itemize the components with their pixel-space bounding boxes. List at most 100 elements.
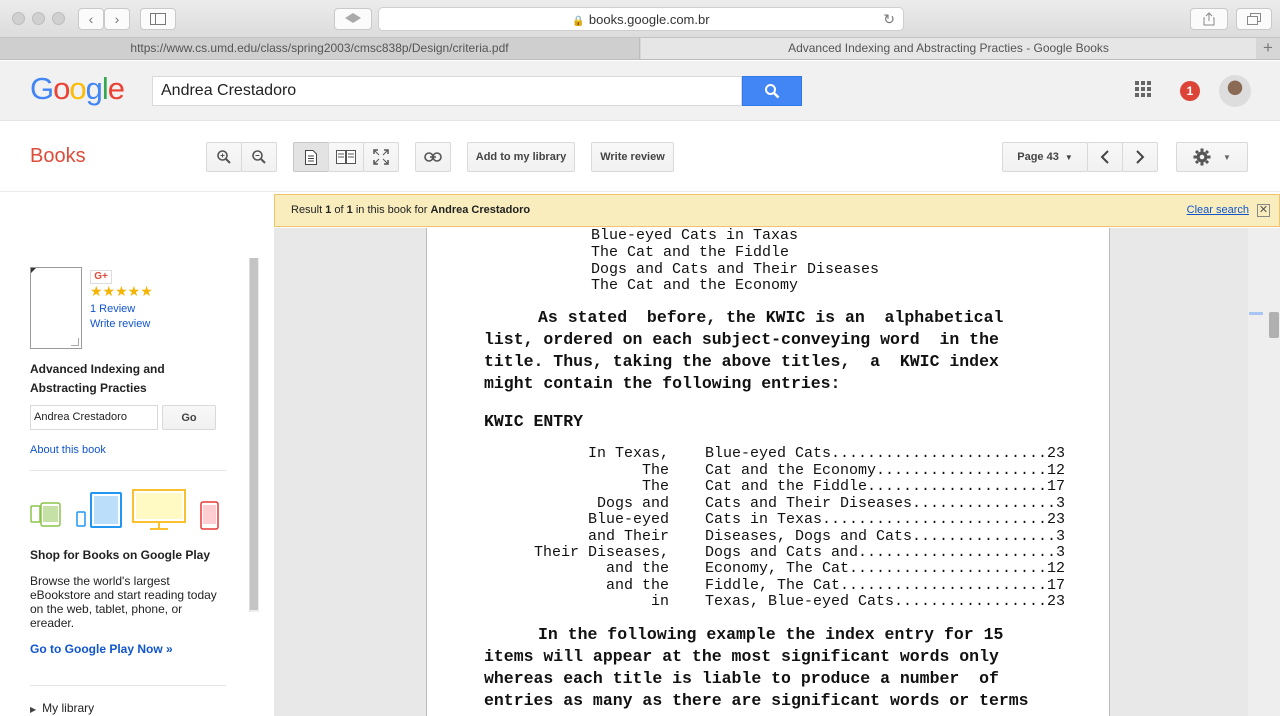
entry-left: Their Diseases, bbox=[533, 544, 669, 561]
zoom-window-button[interactable] bbox=[52, 12, 65, 25]
entry-right: Economy, The Cat......................12 bbox=[705, 560, 1066, 577]
title-line: Dogs and Cats and Their Diseases bbox=[591, 261, 880, 278]
caret-right-icon: ▶ bbox=[30, 705, 37, 714]
previous-page-button[interactable] bbox=[1087, 142, 1123, 172]
title-line: Blue-eyed Cats in Taxas bbox=[591, 228, 799, 244]
link-button[interactable] bbox=[415, 142, 451, 172]
settings-button[interactable]: ▼ bbox=[1176, 142, 1248, 172]
close-window-button[interactable] bbox=[12, 12, 25, 25]
entry-right: Cat and the Fiddle....................17 bbox=[705, 478, 1066, 495]
google-play-devices-icon bbox=[30, 489, 219, 530]
google-play-link[interactable]: Go to Google Play Now » bbox=[30, 642, 173, 656]
book-cover-thumbnail[interactable] bbox=[30, 267, 82, 349]
tabs-icon bbox=[1247, 13, 1261, 25]
single-page-button[interactable] bbox=[293, 142, 329, 172]
entry-left: The bbox=[641, 478, 669, 495]
entry-left: The bbox=[641, 462, 669, 479]
page-select-button[interactable]: Page 43 ▼ bbox=[1002, 142, 1088, 172]
avatar[interactable] bbox=[1219, 75, 1251, 107]
paragraph-line: list, ordered on each subject-conveying … bbox=[484, 330, 999, 349]
write-review-link[interactable]: Write review bbox=[90, 318, 150, 330]
entry-right: Fiddle, The Cat.......................17 bbox=[705, 577, 1066, 594]
book-search-input[interactable]: Andrea Crestadoro bbox=[30, 405, 158, 430]
go-button[interactable]: Go bbox=[162, 405, 216, 430]
notification-badge[interactable]: 1 bbox=[1180, 81, 1200, 101]
tab-google-books[interactable]: Advanced Indexing and Abstracting Practi… bbox=[641, 38, 1256, 59]
entry-right: Diseases, Dogs and Cats................3 bbox=[705, 528, 1066, 545]
fullscreen-button[interactable] bbox=[363, 142, 399, 172]
forward-button[interactable]: › bbox=[104, 8, 130, 30]
google-plus-button[interactable]: G+ bbox=[90, 270, 112, 284]
clear-search-link[interactable]: Clear search bbox=[1187, 204, 1249, 216]
paragraph-line: items will appear at the most significan… bbox=[484, 647, 999, 666]
address-text: books.google.com.br bbox=[588, 12, 710, 27]
tab-overview-button[interactable] bbox=[334, 8, 372, 30]
books-title[interactable]: Books bbox=[30, 145, 86, 168]
about-book-link[interactable]: About this book bbox=[30, 444, 106, 456]
entry-left: in bbox=[650, 593, 669, 610]
chevron-right-icon bbox=[1136, 150, 1145, 164]
entry-left: and the bbox=[605, 577, 669, 594]
entry-right: Cats and Their Diseases................3 bbox=[705, 495, 1066, 512]
divider bbox=[30, 470, 226, 471]
reviews-link[interactable]: 1 Review bbox=[90, 303, 135, 315]
entry-left: Blue-eyed bbox=[587, 511, 669, 528]
paragraph-line: whereas each title is liable to produce … bbox=[484, 669, 999, 688]
zoom-in-button[interactable] bbox=[206, 142, 242, 172]
two-page-button[interactable] bbox=[328, 142, 364, 172]
chevron-left-icon: ‹ bbox=[88, 11, 94, 27]
minimize-window-button[interactable] bbox=[32, 12, 45, 25]
show-tabs-button[interactable] bbox=[1236, 8, 1272, 30]
chevron-left-icon bbox=[1100, 150, 1109, 164]
zoom-out-button[interactable] bbox=[241, 142, 277, 172]
search-icon bbox=[765, 84, 780, 99]
layers-icon bbox=[345, 13, 361, 23]
close-icon[interactable]: ✕ bbox=[1257, 204, 1270, 217]
result-text: Result 1 of 1 in this book for Andrea Cr… bbox=[291, 204, 531, 216]
google-logo[interactable]: Google bbox=[30, 71, 125, 107]
write-review-button[interactable]: Write review bbox=[591, 142, 674, 172]
address-bar[interactable]: 🔒 books.google.com.br ↻ bbox=[378, 7, 904, 31]
paragraph-line: In the following example the index entry… bbox=[538, 625, 1004, 644]
link-icon bbox=[424, 152, 442, 162]
google-header: Google Andrea Crestadoro 1 bbox=[0, 61, 1280, 121]
reload-icon[interactable]: ↻ bbox=[883, 8, 895, 31]
entry-left: Dogs and bbox=[596, 495, 669, 512]
entry-right: Dogs and Cats and......................3 bbox=[705, 544, 1066, 561]
paragraph-line: title. Thus, taking the above titles, a … bbox=[484, 352, 999, 371]
share-button[interactable] bbox=[1190, 8, 1228, 30]
entry-left: and the bbox=[605, 560, 669, 577]
sidebar-scrollbar-thumb[interactable] bbox=[250, 258, 258, 610]
tab-title: Advanced Indexing and Abstracting Practi… bbox=[788, 41, 1109, 55]
new-tab-button[interactable]: + bbox=[1256, 38, 1280, 59]
add-to-library-button[interactable]: Add to my library bbox=[467, 142, 575, 172]
sidebar-toggle-button[interactable] bbox=[140, 8, 176, 30]
search-input[interactable]: Andrea Crestadoro bbox=[152, 76, 742, 106]
entry-left: In Texas, bbox=[587, 445, 669, 462]
caret-down-icon: ▼ bbox=[1064, 152, 1073, 162]
book-page: Blue-eyed Cats in Taxas The Cat and the … bbox=[426, 228, 1110, 716]
search-hit-marker bbox=[1249, 312, 1263, 315]
tab-title: https://www.cs.umd.edu/class/spring2003/… bbox=[130, 41, 509, 55]
entry-left: and Their bbox=[587, 528, 669, 545]
back-button[interactable]: ‹ bbox=[78, 8, 104, 30]
section-heading: KWIC ENTRY bbox=[484, 412, 584, 431]
next-page-button[interactable] bbox=[1122, 142, 1158, 172]
search-button[interactable] bbox=[742, 76, 802, 106]
zoom-in-icon bbox=[217, 150, 231, 164]
gear-icon bbox=[1193, 148, 1211, 166]
single-page-icon bbox=[305, 149, 317, 165]
viewer-scrollbar[interactable] bbox=[1248, 228, 1280, 716]
title-line: The Cat and the Economy bbox=[591, 277, 799, 294]
apps-grid-icon[interactable] bbox=[1135, 81, 1155, 101]
divider bbox=[30, 685, 226, 686]
books-toolbar: Books Add to my library Write review Pag… bbox=[0, 122, 1280, 192]
viewer-scrollbar-thumb[interactable] bbox=[1269, 312, 1279, 338]
tab-pdf[interactable]: https://www.cs.umd.edu/class/spring2003/… bbox=[0, 38, 640, 59]
my-library-link[interactable]: ▶ My library bbox=[30, 701, 94, 715]
share-icon bbox=[1203, 12, 1215, 26]
entry-right: Cats in Texas.........................23 bbox=[705, 511, 1066, 528]
shop-description: Browse the world's largest eBookstore an… bbox=[30, 574, 217, 630]
two-page-icon bbox=[336, 150, 356, 164]
entry-right: Cat and the Economy...................12 bbox=[705, 462, 1066, 479]
